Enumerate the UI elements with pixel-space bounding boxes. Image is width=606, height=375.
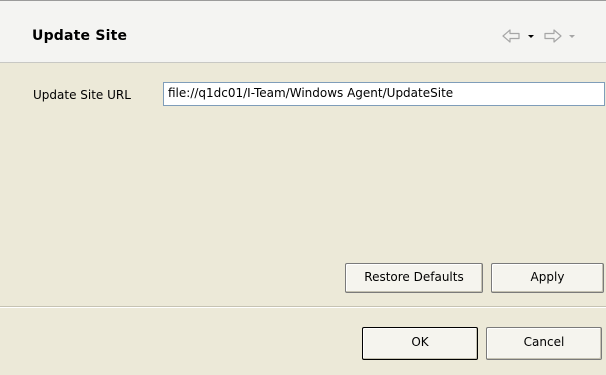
page-title-area: Update Site: [0, 0, 606, 62]
restore-defaults-button[interactable]: Restore Defaults: [345, 263, 483, 293]
cancel-button[interactable]: Cancel: [486, 327, 602, 360]
ok-button[interactable]: OK: [362, 327, 478, 360]
back-menu-button[interactable]: [527, 26, 535, 46]
page-content: Update Site URL file://q1dc01/I-Team/Win…: [0, 63, 606, 306]
forward-arrow-icon: [544, 29, 562, 43]
update-site-url-label: Update Site URL: [33, 88, 131, 102]
dropdown-icon: [528, 35, 534, 38]
preference-page: Update Site Update Site URL file://q1dc0…: [0, 0, 606, 375]
dropdown-icon: [569, 35, 575, 38]
back-button[interactable]: [501, 26, 521, 46]
forward-menu-button[interactable]: [568, 26, 576, 46]
apply-button[interactable]: Apply: [491, 263, 604, 293]
back-arrow-icon: [502, 29, 520, 43]
history-navigation: [501, 26, 576, 46]
update-site-url-input[interactable]: file://q1dc01/I-Team/Windows Agent/Updat…: [163, 82, 605, 106]
page-title: Update Site: [32, 28, 128, 44]
dialog-footer: OK Cancel: [0, 308, 606, 375]
forward-button[interactable]: [543, 26, 563, 46]
